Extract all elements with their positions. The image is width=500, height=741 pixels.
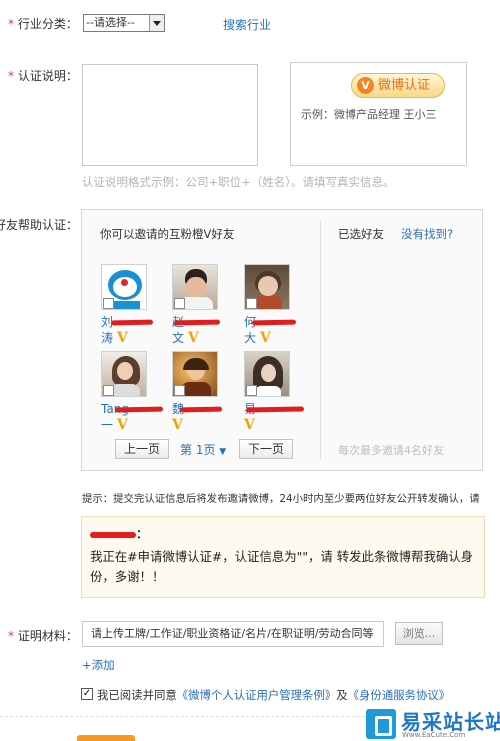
friend-name[interactable]: 刘涛 V: [101, 314, 161, 346]
prev-page-button[interactable]: 上一页: [115, 439, 169, 459]
proof-label: * 证明材料：: [8, 627, 78, 644]
tip-text: 提示：提交完认证信息后将发布邀请微博，24小时内至少要两位好友公开转发确认，请: [82, 493, 480, 505]
friend-name[interactable]: 赵文 V: [172, 314, 232, 346]
site-watermark-logo: 易采站长站 Www.EaCute.Com: [366, 707, 500, 741]
industry-label: * 行业分类：: [8, 15, 78, 32]
verified-v-icon: V: [357, 77, 374, 94]
friend-checkbox[interactable]: [246, 298, 257, 309]
agree-text: 我已阅读并同意《微博个人认证用户管理条例》及《身份通服务协议》: [97, 687, 450, 703]
agree-prefix: 我已阅读并同意: [97, 688, 177, 702]
next-page-button[interactable]: 下一页: [239, 439, 293, 459]
friends-label: 好友帮助认证：: [0, 218, 79, 232]
proof-label-text: 证明材料：: [17, 629, 78, 643]
friend-item[interactable]: 赵文 V: [172, 264, 234, 352]
friend-item[interactable]: 刘涛 V: [101, 264, 163, 352]
verified-v-icon: V: [259, 330, 271, 346]
verified-v-icon: V: [187, 330, 199, 346]
search-industry-link[interactable]: 搜索行业: [223, 16, 271, 33]
friend-checkbox[interactable]: [103, 298, 114, 309]
dropdown-arrow-icon[interactable]: [149, 15, 164, 31]
friend-item[interactable]: Tang一 V: [101, 351, 164, 439]
max-invite-hint: 每次最多邀请4名好友: [338, 444, 444, 457]
browse-button[interactable]: 浏览...: [395, 622, 443, 645]
required-mark: *: [8, 69, 14, 83]
not-found-link[interactable]: 没有找到?: [401, 226, 453, 242]
redaction-mark: [110, 319, 154, 326]
agree-checkbox[interactable]: ✓: [81, 688, 93, 700]
weibo-verified-badge: V 微博认证: [351, 73, 445, 98]
friend-item[interactable]: 易 V: [244, 351, 306, 439]
industry-select[interactable]: --请选择--: [83, 14, 165, 32]
notice-message: 我正在#申请微博认证#，认证信息为""，请 转发此条微博帮我确认身份，多谢！！: [90, 549, 474, 584]
selected-title: 已选好友: [338, 227, 384, 241]
panel-divider: [320, 220, 321, 460]
friends-panel: 你可以邀请的互粉橙V好友 已选好友 没有找到? 刘涛 V 赵文 V: [81, 209, 483, 471]
friend-checkbox[interactable]: [246, 385, 257, 396]
identity-agreement-link[interactable]: 《身份通服务协议》: [348, 688, 451, 702]
auth-example-text: 示例：微博产品经理 王小三: [301, 108, 437, 121]
auth-desc-label-text: 认证说明：: [17, 69, 78, 83]
page-selector[interactable]: 第 1页 ▼: [180, 441, 226, 458]
agree-and: 及: [336, 688, 348, 702]
required-mark: *: [8, 17, 14, 31]
verified-v-icon: V: [116, 330, 128, 346]
invite-title: 你可以邀请的互粉橙V好友: [100, 227, 235, 241]
redaction-mark: [114, 406, 164, 413]
add-proof-link[interactable]: +添加: [82, 657, 115, 673]
auth-desc-label: * 认证说明：: [8, 67, 78, 84]
redaction-mark: [179, 406, 223, 413]
auth-desc-textarea[interactable]: [82, 64, 258, 166]
friend-name[interactable]: 何大 V: [244, 314, 304, 346]
friend-item[interactable]: 魏 V: [172, 351, 234, 439]
friend-item[interactable]: 何大 V: [244, 264, 306, 352]
verified-v-icon: V: [244, 417, 255, 433]
logo-url: Www.EaCute.Com: [402, 731, 466, 739]
terms-link[interactable]: 《微博个人认证用户管理条例》: [177, 688, 336, 702]
required-mark: *: [8, 629, 14, 643]
friend-checkbox[interactable]: [174, 385, 185, 396]
redaction-mark: [173, 319, 221, 326]
badge-text: 微博认证: [378, 78, 431, 93]
friend-name[interactable]: 魏 V: [172, 401, 232, 433]
redaction-mark: [245, 406, 305, 413]
redaction-mark: [251, 319, 297, 326]
redaction-mark: [90, 531, 136, 538]
industry-label-text: 行业分类：: [17, 17, 78, 31]
verified-v-icon: V: [172, 417, 183, 433]
friend-checkbox[interactable]: [103, 385, 114, 396]
auth-example-box: V 微博认证 示例：微博产品经理 王小三: [290, 62, 467, 166]
verified-v-icon: V: [116, 417, 128, 433]
notice-name: ：: [90, 525, 148, 542]
invite-message-box: ： 我正在#申请微博认证#，认证信息为""，请 转发此条微博帮我确认身份，多谢！…: [81, 516, 485, 598]
submit-button[interactable]: [77, 735, 135, 741]
proof-file-input[interactable]: 请上传工牌/工作证/职业资格证/名片/在职证明/劳动合同等: [82, 621, 384, 647]
caret-down-icon: ▼: [219, 447, 227, 457]
friend-checkbox[interactable]: [174, 298, 185, 309]
auth-desc-hint: 认证说明格式示例：公司+职位+（姓名）。请填写真实信息。: [82, 175, 395, 189]
logo-icon: [366, 709, 396, 739]
industry-select-value: --请选择--: [86, 16, 135, 29]
